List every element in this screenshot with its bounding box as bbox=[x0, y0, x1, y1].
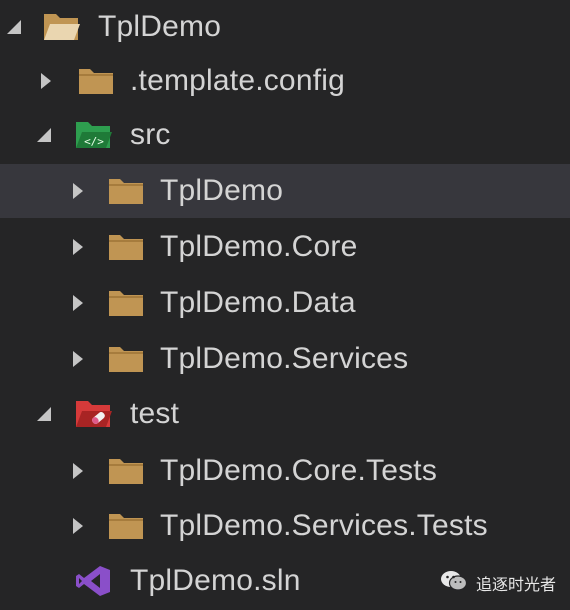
tree-item-label: test bbox=[130, 397, 180, 430]
folder-icon bbox=[106, 174, 146, 208]
tree-item-tpldemo-data[interactable]: TplDemo.Data bbox=[0, 276, 570, 330]
tree-item-label: TplDemo.Services bbox=[160, 342, 409, 375]
chevron-expanded-icon[interactable] bbox=[6, 17, 26, 37]
tree-item-label: .template.config bbox=[130, 64, 345, 97]
solution-explorer-tree: TplDemo .template.config </> src TplDemo… bbox=[0, 0, 570, 610]
folder-icon bbox=[106, 454, 146, 488]
tree-item-src[interactable]: </> src bbox=[0, 108, 570, 162]
tree-item-label: TplDemo.Data bbox=[160, 286, 356, 319]
tree-item-tpldemo-core[interactable]: TplDemo.Core bbox=[0, 220, 570, 274]
tree-item-tpldemo-root[interactable]: TplDemo bbox=[0, 0, 570, 54]
tree-item-label: TplDemo bbox=[160, 174, 284, 207]
tree-item-template-config[interactable]: .template.config bbox=[0, 54, 570, 108]
folder-open-icon bbox=[42, 10, 82, 44]
tree-item-label: TplDemo.Services.Tests bbox=[160, 509, 488, 542]
chevron-expanded-icon[interactable] bbox=[36, 404, 56, 424]
tree-item-tpldemo-services-tests[interactable]: TplDemo.Services.Tests bbox=[0, 499, 570, 553]
wechat-icon bbox=[440, 569, 468, 598]
tree-item-tpldemo-core-tests[interactable]: TplDemo.Core.Tests bbox=[0, 444, 570, 498]
folder-icon bbox=[106, 342, 146, 376]
source-folder-icon: </> bbox=[74, 118, 114, 152]
tree-item-tpldemo-services[interactable]: TplDemo.Services bbox=[0, 332, 570, 386]
chevron-right-icon[interactable] bbox=[68, 516, 88, 536]
chevron-right-icon[interactable] bbox=[68, 461, 88, 481]
chevron-right-icon[interactable] bbox=[68, 349, 88, 369]
tree-item-test[interactable]: test bbox=[0, 387, 570, 441]
test-folder-icon bbox=[74, 397, 114, 431]
svg-text:</>: </> bbox=[84, 135, 104, 148]
folder-icon bbox=[76, 64, 116, 98]
folder-icon bbox=[106, 286, 146, 320]
tree-item-label: TplDemo.sln bbox=[130, 564, 301, 597]
visual-studio-solution-icon bbox=[74, 564, 114, 598]
chevron-right-icon[interactable] bbox=[68, 181, 88, 201]
folder-icon bbox=[106, 230, 146, 264]
tree-item-label: TplDemo bbox=[98, 10, 222, 43]
chevron-right-icon[interactable] bbox=[68, 293, 88, 313]
chevron-expanded-icon[interactable] bbox=[36, 125, 56, 145]
tree-item-label: src bbox=[130, 118, 171, 151]
watermark-text: 追逐时光者 bbox=[475, 575, 556, 594]
tree-item-tpldemo-project[interactable]: TplDemo bbox=[0, 164, 570, 218]
tree-item-label: TplDemo.Core bbox=[160, 230, 358, 263]
chevron-right-icon[interactable] bbox=[68, 237, 88, 257]
folder-icon bbox=[106, 509, 146, 543]
chevron-right-icon[interactable] bbox=[36, 71, 56, 91]
tree-item-label: TplDemo.Core.Tests bbox=[160, 454, 438, 487]
watermark: 追逐时光者 bbox=[440, 570, 556, 596]
